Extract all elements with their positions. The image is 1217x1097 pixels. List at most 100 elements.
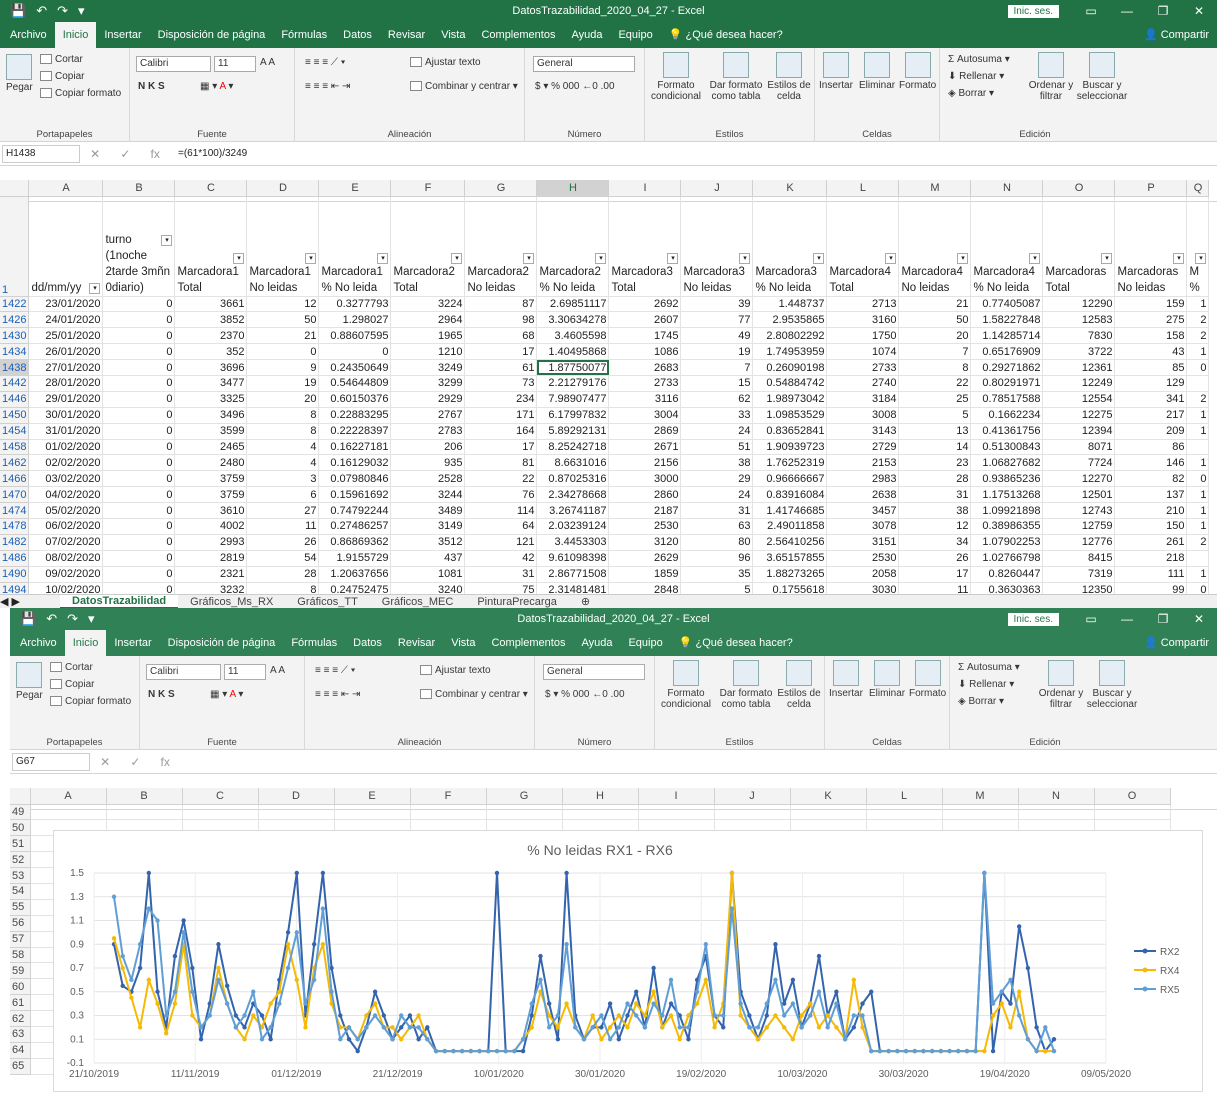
table-header-cell[interactable]: ▾ M %: [1186, 196, 1210, 297]
cell[interactable]: 12: [898, 518, 972, 535]
cell[interactable]: 02/02/2020: [28, 454, 104, 472]
row-header[interactable]: 59: [10, 962, 31, 980]
restore-icon[interactable]: ❐: [1145, 612, 1181, 626]
row-header[interactable]: 61: [10, 994, 31, 1012]
cell[interactable]: 27: [246, 502, 320, 519]
cell[interactable]: 35: [680, 566, 754, 583]
cell[interactable]: 38: [680, 454, 754, 472]
cell[interactable]: 0.38986355: [970, 518, 1044, 535]
tell-me-search[interactable]: 💡 ¿Qué desea hacer?: [661, 22, 791, 48]
cell[interactable]: 0: [102, 454, 176, 472]
cell[interactable]: 76: [464, 486, 538, 504]
row-header[interactable]: 1462: [0, 454, 30, 472]
row-header[interactable]: 63: [10, 1026, 31, 1043]
cell[interactable]: 1.74953959: [752, 343, 828, 361]
cell[interactable]: 1.448737: [752, 296, 828, 313]
autosum-button[interactable]: Σ Autosuma ▾: [958, 662, 1020, 673]
table-header-cell[interactable]: ▾ Marcadora2 No leidas: [464, 196, 538, 297]
cell[interactable]: 3078: [826, 518, 900, 535]
cell[interactable]: 1.14285714: [970, 327, 1044, 345]
cell[interactable]: 4: [246, 439, 320, 456]
row-header[interactable]: 1470: [0, 486, 30, 504]
cell[interactable]: [1018, 804, 1095, 821]
cell[interactable]: 0.22883295: [318, 407, 392, 424]
share-button[interactable]: 👤 Compartir: [1144, 28, 1209, 41]
cell[interactable]: 111: [1114, 566, 1188, 583]
table-header-cell[interactable]: ▾ Marcadoras No leidas: [1114, 196, 1188, 297]
tab-ayuda[interactable]: Ayuda: [573, 630, 620, 656]
fill-button[interactable]: ⬇ Rellenar ▾: [948, 71, 1004, 82]
cell[interactable]: 96: [680, 550, 754, 567]
cell[interactable]: 0: [102, 391, 176, 408]
cell[interactable]: 29: [680, 470, 754, 488]
format-as-table-button[interactable]: Dar formato como tabla: [707, 52, 765, 102]
cell[interactable]: 2321: [174, 566, 248, 583]
column-header[interactable]: I: [638, 788, 715, 805]
cell[interactable]: 42: [464, 550, 538, 567]
cell[interactable]: 2465: [174, 439, 248, 456]
cell[interactable]: 2993: [174, 534, 248, 551]
cell[interactable]: 43: [1114, 343, 1188, 361]
cell[interactable]: [942, 804, 1019, 821]
cell[interactable]: 1081: [390, 566, 466, 583]
cell[interactable]: 209: [1114, 423, 1188, 440]
cell[interactable]: 3249: [390, 359, 466, 376]
cell[interactable]: 8071: [1042, 439, 1116, 456]
cell[interactable]: 0.78517588: [970, 391, 1044, 408]
cell[interactable]: [258, 804, 335, 821]
column-header[interactable]: M: [942, 788, 1019, 805]
customize-qat-icon[interactable]: ▾: [78, 3, 85, 19]
cell[interactable]: 1745: [608, 327, 682, 345]
autosum-button[interactable]: Σ Autosuma ▾: [948, 54, 1010, 65]
row-header[interactable]: 1482: [0, 534, 30, 551]
table-header-cell[interactable]: ▾ Marcadora4 Total: [826, 196, 900, 297]
cell[interactable]: 7830: [1042, 327, 1116, 345]
cell[interactable]: 0.87025316: [536, 470, 610, 488]
cell[interactable]: 114: [464, 502, 538, 519]
cell[interactable]: [562, 804, 639, 821]
cell[interactable]: 11: [898, 582, 972, 594]
cell[interactable]: 0: [1186, 470, 1210, 488]
font-size-select[interactable]: 11: [214, 56, 256, 72]
column-header[interactable]: A: [28, 180, 104, 197]
cell[interactable]: 12394: [1042, 423, 1116, 440]
cell[interactable]: 6: [246, 486, 320, 504]
sheet-nav-arrows[interactable]: ◀ ▶: [0, 595, 60, 608]
row-header[interactable]: 1478: [0, 518, 30, 535]
cell[interactable]: [182, 804, 259, 821]
cell[interactable]: 61: [464, 359, 538, 376]
sheet-tab-pintura-precarga[interactable]: PinturaPrecarga: [465, 596, 569, 608]
cell[interactable]: 3457: [826, 502, 900, 519]
cell[interactable]: 0: [102, 343, 176, 361]
row-header[interactable]: 53: [10, 867, 31, 884]
cell[interactable]: 62: [680, 391, 754, 408]
cell[interactable]: 0.07980846: [318, 470, 392, 488]
name-box[interactable]: H1438: [2, 144, 80, 163]
cell[interactable]: 0.54884742: [752, 375, 828, 392]
cell[interactable]: 0.65176909: [970, 343, 1044, 361]
wrap-text-button[interactable]: Ajustar texto: [420, 665, 491, 676]
cell[interactable]: 3477: [174, 375, 248, 392]
tab-complementos[interactable]: Complementos: [483, 630, 573, 656]
cell[interactable]: 0: [102, 470, 176, 488]
cell[interactable]: 17: [464, 343, 538, 361]
cell[interactable]: 34: [898, 534, 972, 551]
cell[interactable]: 25: [898, 391, 972, 408]
column-header[interactable]: F: [390, 180, 466, 197]
row-header[interactable]: 55: [10, 899, 31, 916]
tab-disposicion[interactable]: Disposición de página: [160, 630, 284, 656]
cell[interactable]: 1086: [608, 343, 682, 361]
cell[interactable]: 0: [246, 343, 320, 361]
conditional-format-button[interactable]: Formato condicional: [649, 52, 703, 102]
cell[interactable]: 2: [1186, 327, 1210, 345]
column-header[interactable]: E: [334, 788, 411, 805]
column-header[interactable]: O: [1042, 180, 1116, 197]
cell[interactable]: 3008: [826, 407, 900, 424]
table-header-cell[interactable]: ▾ dd/mm/yy: [28, 196, 104, 297]
cell[interactable]: 2848: [608, 582, 682, 594]
cell[interactable]: 20: [898, 327, 972, 345]
sheet-tab-graficos-tt[interactable]: Gráficos_TT: [285, 596, 370, 608]
cell[interactable]: 03/02/2020: [28, 470, 104, 488]
table-header-cell[interactable]: ▾ Marcadora2 % No leida: [536, 196, 610, 297]
cell-styles-button[interactable]: Estilos de celda: [777, 660, 821, 710]
